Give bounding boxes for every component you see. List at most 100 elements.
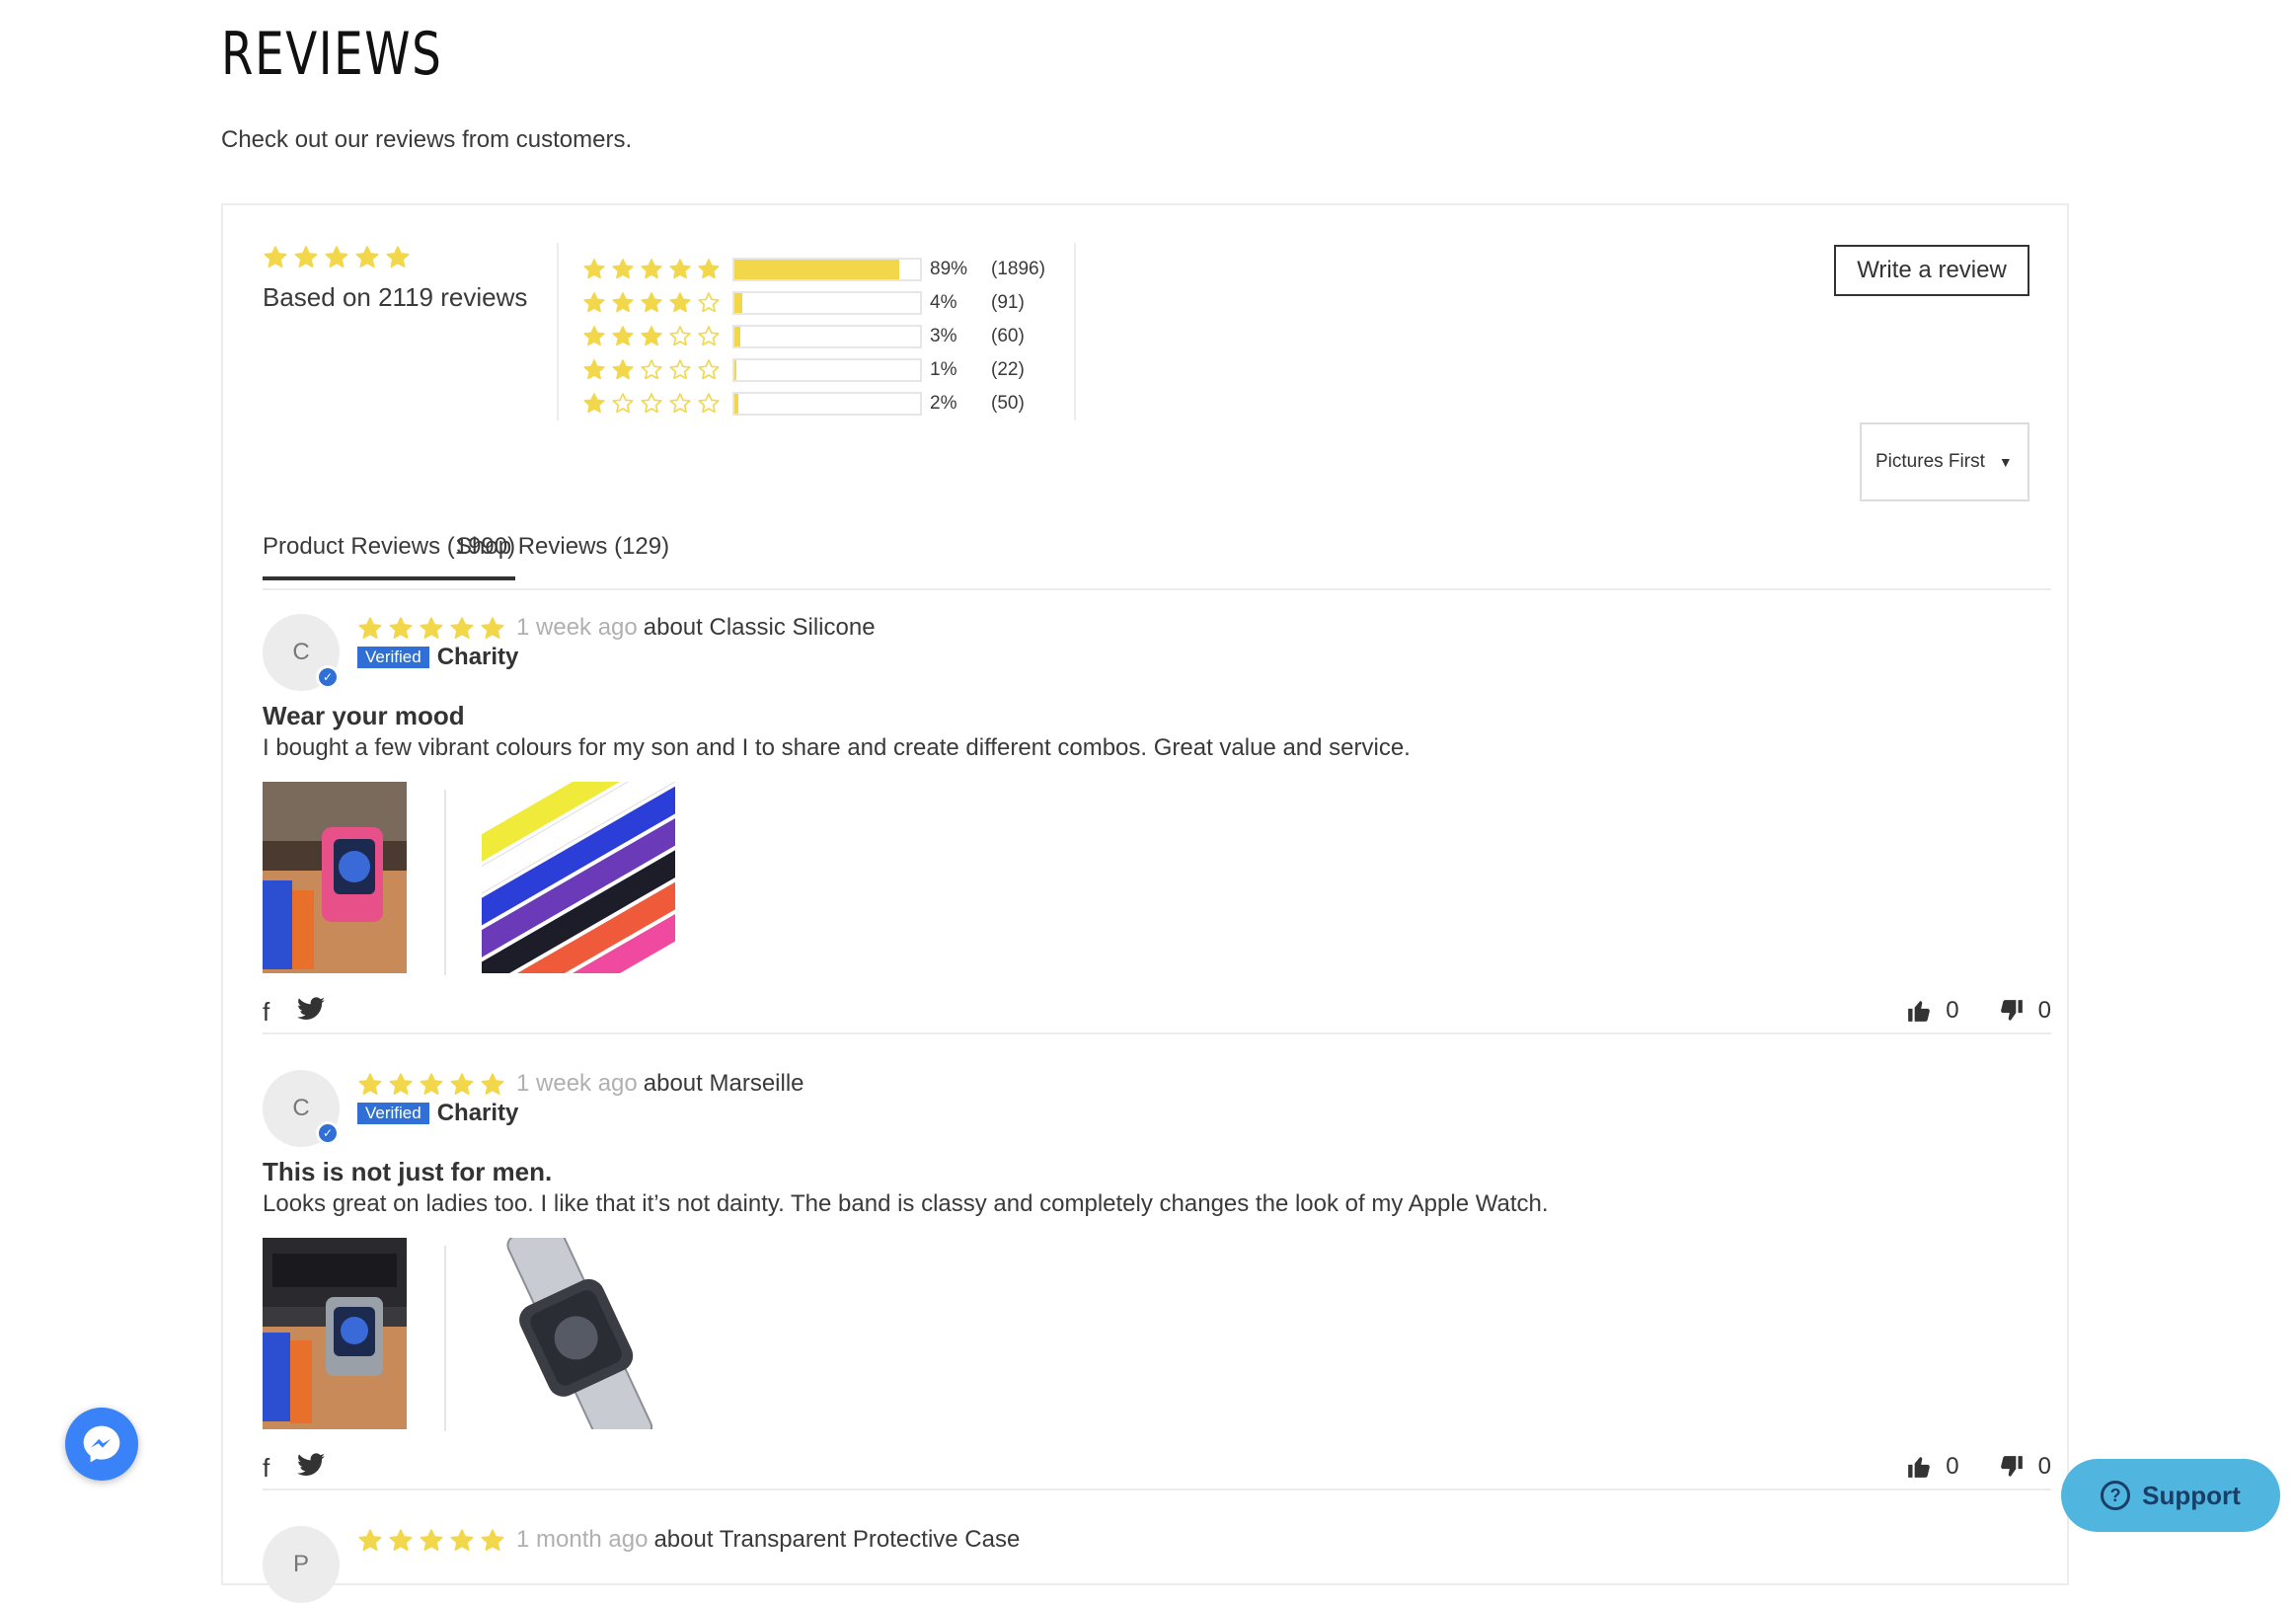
review-votes: 0 0	[1906, 997, 2051, 1025]
histogram-row-1[interactable]: 2% (50)	[582, 387, 1045, 420]
overall-rating-stars	[263, 245, 416, 270]
star-empty-icon	[697, 291, 721, 315]
star-filled-icon	[480, 616, 505, 642]
rating-histogram: 89% (1896) 4% (91) 3% (60) 1% (22) 2% (5…	[582, 253, 1045, 420]
star-filled-icon	[582, 392, 606, 416]
star-filled-icon	[357, 616, 383, 642]
review-photo[interactable]	[263, 782, 407, 973]
review-author: Charity	[436, 1100, 519, 1126]
twitter-icon[interactable]	[297, 1453, 326, 1484]
review-title: This is not just for men.	[263, 1157, 553, 1186]
avatar: P	[263, 1526, 340, 1603]
review-photo[interactable]	[263, 1238, 407, 1429]
sort-select-value: Pictures First	[1875, 451, 1985, 472]
divider	[263, 1032, 2051, 1034]
star-filled-icon	[668, 291, 692, 315]
star-filled-icon	[324, 245, 349, 270]
star-filled-icon	[582, 325, 606, 348]
star-empty-icon	[668, 358, 692, 382]
write-review-button[interactable]: Write a review	[1834, 245, 2029, 296]
star-filled-icon	[640, 291, 663, 315]
share-links: f	[263, 997, 352, 1028]
review-item: P 1 month ago about Transparent Protecti…	[263, 1526, 2051, 1603]
histogram-count: (60)	[991, 326, 1025, 346]
support-label: Support	[2142, 1480, 2241, 1510]
like-count: 0	[1946, 1453, 1959, 1480]
review-product-link[interactable]: about Classic Silicone	[644, 614, 876, 642]
star-filled-icon	[385, 245, 411, 270]
review-item: C ✓ 1 week ago about Marseille Verified …	[263, 1070, 2051, 1504]
divider	[557, 243, 559, 420]
star-group	[582, 291, 728, 315]
star-empty-icon	[697, 392, 721, 416]
review-body: Looks great on ladies too. I like that i…	[263, 1190, 1549, 1217]
review-product-link[interactable]: about Transparent Protective Case	[653, 1526, 1020, 1554]
tab-shop-reviews[interactable]: Shop Reviews (129)	[456, 533, 669, 576]
star-filled-icon	[449, 1072, 475, 1098]
histogram-bar-fill	[734, 327, 740, 346]
share-links: f	[263, 1453, 352, 1484]
star-group	[582, 325, 728, 348]
messenger-icon	[83, 1425, 120, 1463]
star-group	[582, 258, 728, 281]
page-title: REVIEWS	[221, 20, 443, 89]
review-product-link[interactable]: about Marseille	[644, 1070, 804, 1098]
review-header: 1 month ago about Transparent Protective…	[357, 1526, 1020, 1554]
histogram-row-4[interactable]: 4% (91)	[582, 286, 1045, 320]
support-button[interactable]: ? Support	[2061, 1459, 2280, 1532]
star-empty-icon	[611, 392, 635, 416]
star-empty-icon	[668, 392, 692, 416]
histogram-bar	[732, 258, 922, 281]
thumbs-up-icon[interactable]	[1906, 1454, 1932, 1480]
facebook-icon[interactable]: f	[263, 1453, 269, 1484]
star-filled-icon	[697, 258, 721, 281]
review-date: 1 week ago	[516, 1070, 638, 1097]
star-filled-icon	[640, 325, 663, 348]
review-tabs: Product Reviews (1990) Shop Reviews (129…	[263, 533, 2051, 590]
review-votes: 0 0	[1906, 1453, 2051, 1481]
histogram-row-2[interactable]: 1% (22)	[582, 353, 1045, 387]
star-filled-icon	[419, 1072, 444, 1098]
star-filled-icon	[480, 1072, 505, 1098]
facebook-icon[interactable]: f	[263, 997, 269, 1028]
histogram-percent: 1%	[930, 359, 957, 380]
histogram-count: (22)	[991, 359, 1025, 380]
page-subtitle: Check out our reviews from customers.	[221, 126, 633, 153]
twitter-icon[interactable]	[297, 997, 326, 1028]
star-filled-icon	[419, 1528, 444, 1554]
review-photo[interactable]	[482, 782, 675, 973]
star-filled-icon	[357, 1528, 383, 1554]
dislike-count: 0	[2037, 997, 2051, 1024]
avatar-initial: C	[292, 1095, 310, 1121]
sort-select[interactable]: Pictures First ▼	[1860, 422, 2029, 501]
histogram-row-5[interactable]: 89% (1896)	[582, 253, 1045, 286]
thumbs-down-icon[interactable]	[1999, 1454, 2025, 1480]
star-filled-icon	[388, 1528, 414, 1554]
thumbs-down-icon[interactable]	[1999, 998, 2025, 1024]
verified-badge: Verified	[357, 1103, 429, 1124]
star-filled-icon	[668, 258, 692, 281]
star-filled-icon	[611, 325, 635, 348]
review-photo[interactable]	[482, 1238, 675, 1429]
star-group	[582, 392, 728, 416]
histogram-row-3[interactable]: 3% (60)	[582, 320, 1045, 353]
divider	[444, 1246, 446, 1431]
histogram-percent: 3%	[930, 326, 957, 346]
review-title: Wear your mood	[263, 701, 465, 730]
review-date: 1 month ago	[516, 1526, 649, 1553]
thumbs-up-icon[interactable]	[1906, 998, 1932, 1024]
messenger-chat-button[interactable]	[65, 1408, 138, 1481]
star-filled-icon	[480, 1528, 505, 1554]
histogram-bar-fill	[734, 360, 736, 380]
star-empty-icon	[697, 358, 721, 382]
chevron-down-icon: ▼	[1998, 454, 2013, 470]
verified-badge: Verified	[357, 647, 429, 668]
histogram-bar	[732, 325, 922, 348]
star-filled-icon	[449, 616, 475, 642]
histogram-bar-fill	[734, 260, 900, 279]
review-item: C ✓ 1 week ago about Classic Silicone Ve…	[263, 614, 2051, 1048]
divider	[444, 790, 446, 975]
star-filled-icon	[357, 1072, 383, 1098]
star-filled-icon	[293, 245, 319, 270]
histogram-bar	[732, 392, 922, 416]
